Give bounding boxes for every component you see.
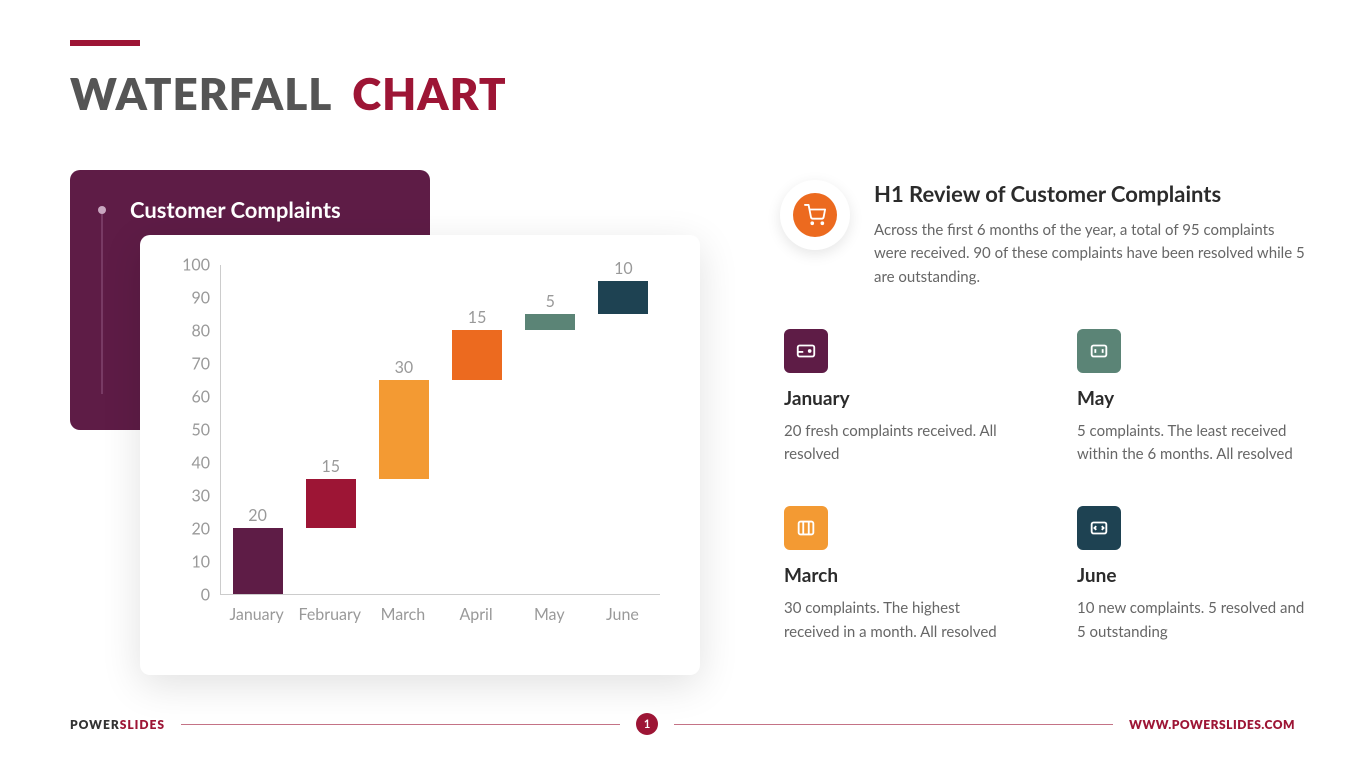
y-axis-ticks: 0102030405060708090100 <box>160 265 220 595</box>
info-card: May 5 complaints. The least received with… <box>1077 329 1310 467</box>
footer-url: WWW.POWERSLIDES.COM <box>1129 717 1295 732</box>
y-tick: 70 <box>191 355 210 374</box>
footer-brand: POWERSLIDES <box>70 717 165 732</box>
decorative-line <box>101 214 103 394</box>
x-label: February <box>295 605 365 624</box>
chart-plot: 20153015510 <box>220 265 660 595</box>
y-tick: 90 <box>191 289 210 308</box>
bar-value-label: 20 <box>233 506 283 525</box>
title-part-1: WATERFALL <box>70 68 331 120</box>
card-body: 20 fresh complaints received. All resolv… <box>784 420 1017 467</box>
bar: 30 <box>379 380 429 595</box>
bar-rect <box>306 479 356 529</box>
card-icon <box>1077 329 1121 373</box>
y-tick: 10 <box>191 553 210 572</box>
card-title: May <box>1077 387 1310 410</box>
bar: 15 <box>452 330 502 594</box>
decorative-dot <box>98 206 106 214</box>
card-icon <box>784 506 828 550</box>
hero-title: H1 Review of Customer Complaints <box>874 180 1310 207</box>
accent-bar <box>70 40 140 46</box>
bar-rect <box>233 528 283 594</box>
page-number-badge: 1 <box>636 713 658 735</box>
info-panel: H1 Review of Customer Complaints Across … <box>780 180 1310 644</box>
card-body: 10 new complaints. 5 resolved and 5 outs… <box>1077 597 1310 644</box>
y-tick: 60 <box>191 388 210 407</box>
bar-value-label: 15 <box>452 308 502 327</box>
bar-value-label: 10 <box>598 259 648 278</box>
hero-icon-container <box>780 180 850 250</box>
y-tick: 100 <box>182 256 210 275</box>
hero-body: Across the first 6 months of the year, a… <box>874 219 1310 289</box>
footer-line-right <box>674 724 1113 725</box>
bar: 10 <box>598 281 648 595</box>
hero-text: H1 Review of Customer Complaints Across … <box>874 180 1310 289</box>
x-label: June <box>587 605 657 624</box>
card-icon <box>1077 506 1121 550</box>
x-label: May <box>514 605 584 624</box>
bar: 5 <box>525 314 575 595</box>
card-body: 5 complaints. The least received within … <box>1077 420 1310 467</box>
bar-value-label: 15 <box>306 457 356 476</box>
y-tick: 40 <box>191 454 210 473</box>
x-axis-labels: JanuaryFebruaryMarchAprilMayJune <box>220 605 660 625</box>
card-title: January <box>784 387 1017 410</box>
x-label: March <box>368 605 438 624</box>
info-card: March 30 complaints. The highest received… <box>784 506 1017 644</box>
footer-brand-2: SLIDES <box>120 717 165 732</box>
bar: 20 <box>233 528 283 594</box>
y-tick: 20 <box>191 520 210 539</box>
bar-rect <box>452 330 502 380</box>
y-tick: 80 <box>191 322 210 341</box>
hero-section: H1 Review of Customer Complaints Across … <box>780 180 1310 289</box>
bar-value-label: 5 <box>525 292 575 311</box>
bar-rect <box>525 314 575 331</box>
card-icon <box>784 329 828 373</box>
footer-brand-1: POWER <box>70 717 120 732</box>
footer-line-left <box>181 724 620 725</box>
y-tick: 50 <box>191 421 210 440</box>
x-label: April <box>441 605 511 624</box>
info-card: June 10 new complaints. 5 resolved and 5 … <box>1077 506 1310 644</box>
bar-rect <box>379 380 429 479</box>
title-part-2: CHART <box>352 68 506 120</box>
info-card: January 20 fresh complaints received. All… <box>784 329 1017 467</box>
bar-value-label: 30 <box>379 358 429 377</box>
bar-rect <box>598 281 648 314</box>
chart-card: 0102030405060708090100 20153015510 Janua… <box>140 235 700 675</box>
card-body: 30 complaints. The highest received in a… <box>784 597 1017 644</box>
chart-area: 0102030405060708090100 20153015510 Janua… <box>160 265 680 625</box>
card-title: June <box>1077 564 1310 587</box>
page-title: WATERFALL CHART <box>70 68 507 120</box>
chart-caption: Customer Complaints <box>130 196 341 223</box>
cart-icon <box>793 193 837 237</box>
y-tick: 30 <box>191 487 210 506</box>
footer: POWERSLIDES 1 WWW.POWERSLIDES.COM <box>70 713 1295 735</box>
bar: 15 <box>306 479 356 595</box>
x-label: January <box>222 605 292 624</box>
y-tick: 0 <box>201 586 210 605</box>
card-title: March <box>784 564 1017 587</box>
cards-grid: January 20 fresh complaints received. All… <box>784 329 1310 644</box>
